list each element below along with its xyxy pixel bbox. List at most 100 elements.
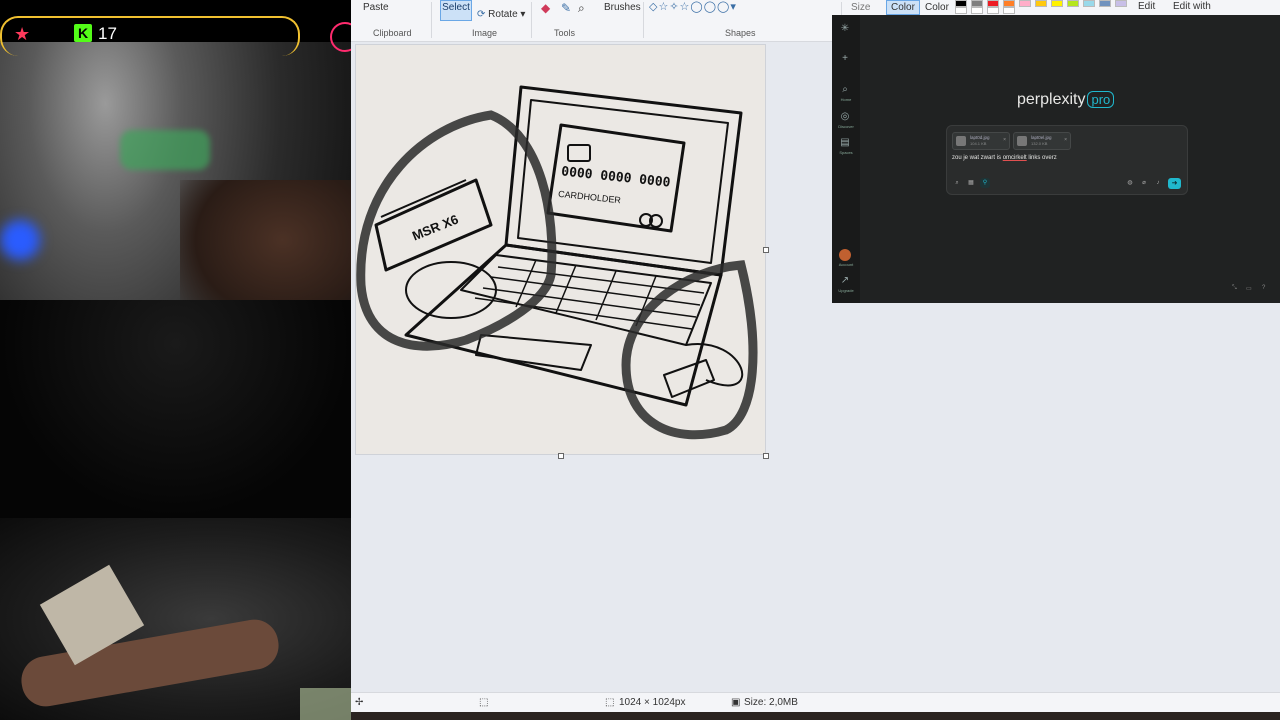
keyboard-icon[interactable]: ▭	[1246, 285, 1252, 292]
image-thumb-icon	[1017, 136, 1027, 146]
expand-icon[interactable]: ⤡	[1232, 285, 1237, 292]
kick-logo-icon: K	[74, 24, 92, 42]
color2-button[interactable]: Color	[925, 2, 949, 13]
file-size-icon: ▣	[731, 697, 741, 708]
webcam-feed-bottom	[0, 518, 351, 720]
sidebar-item-account[interactable]: Account	[834, 262, 858, 267]
stream-overlay-badge	[330, 22, 351, 52]
home-icon[interactable]: ⌕	[839, 84, 851, 96]
status-bar: ✢ ⬚ ⬚ 1024 × 1024px ▣ Size: 2,0MB	[351, 692, 1280, 713]
webcam-light	[300, 688, 351, 720]
laptop-drawing	[356, 85, 758, 440]
prompt-text: zou je wat zwart is	[952, 155, 1003, 161]
palette-swatch[interactable]	[1083, 0, 1095, 7]
palette-swatch[interactable]	[1003, 0, 1015, 7]
help-icon[interactable]: ?	[1262, 285, 1265, 291]
prompt-text-end: links overz	[1026, 155, 1057, 161]
canvas-dimensions: 1024 × 1024px	[619, 697, 686, 708]
magnifier-icon[interactable]: ⌕	[578, 1, 585, 16]
viewer-count: 17	[98, 24, 117, 43]
group-image: Image	[472, 28, 498, 38]
drawing-canvas[interactable]: MSR X6 0000 0000 0000 CARDHOLDER	[356, 45, 765, 454]
upgrade-icon[interactable]: ↗	[839, 275, 851, 287]
research-mode-icon[interactable]: ▦	[966, 178, 976, 188]
image-thumb-icon	[956, 136, 966, 146]
prompt-input[interactable]: zou je wat zwart is omcirkelt links over…	[952, 155, 1057, 161]
resize-handle-right[interactable]	[763, 247, 769, 253]
labs-mode-icon[interactable]: ⚲	[980, 178, 990, 188]
color1-button[interactable]: Color	[886, 0, 920, 15]
group-clipboard: Clipboard	[373, 28, 412, 38]
rotate-icon: ⟳	[477, 9, 486, 20]
stream-overlay-frame	[0, 16, 300, 56]
attach-icon[interactable]: ⌀	[1139, 178, 1149, 188]
attachment-size: 132.0 KB	[1031, 141, 1048, 146]
perplexity-logo: perplexity pro	[1017, 91, 1115, 109]
webcam-blue-light	[0, 220, 40, 260]
attachment-chip[interactable]: lapt0el.jpg 132.0 KB ×	[1013, 132, 1071, 150]
resize-handle-bottom[interactable]	[558, 453, 564, 459]
globe-icon[interactable]: ◍	[1125, 178, 1135, 188]
logo-text: perplexity	[1017, 91, 1086, 108]
spaces-icon[interactable]: ▤	[839, 137, 851, 149]
palette-swatch[interactable]	[955, 0, 967, 7]
prompt-misspelled-word: omcirkelt	[1002, 155, 1027, 161]
search-mode-icon[interactable]: ⌕	[952, 178, 962, 188]
star-icon: ★	[14, 24, 31, 44]
palette-swatch[interactable]	[955, 7, 967, 14]
canvas-size-icon: ⬚	[605, 697, 615, 708]
palette-swatch[interactable]	[1115, 0, 1127, 7]
sidebar-item-upgrade[interactable]: Upgrade	[834, 288, 858, 293]
ribbon-divider	[643, 2, 644, 38]
close-icon[interactable]: ×	[1003, 137, 1006, 143]
palette-swatch[interactable]	[971, 7, 983, 14]
select-button[interactable]: Select	[440, 0, 472, 21]
webcam-dark-foreground	[0, 300, 351, 518]
new-thread-icon[interactable]: +	[839, 53, 851, 65]
file-size: Size: 2,0MB	[744, 697, 798, 708]
palette-swatch[interactable]	[1051, 0, 1063, 7]
palette-swatch[interactable]	[1099, 0, 1111, 7]
palette-swatch[interactable]	[1067, 0, 1079, 7]
rotate-label: Rotate	[488, 9, 518, 20]
color-picker-icon[interactable]: ✎	[561, 1, 571, 15]
discover-icon[interactable]: ◎	[839, 111, 851, 123]
group-shapes: Shapes	[725, 28, 756, 38]
palette-swatch[interactable]	[987, 0, 999, 7]
perplexity-window: ✳ + ⌕ Home ◎ Discover ▤ Spaces Account ↗…	[832, 15, 1280, 303]
palette-swatch[interactable]	[1019, 0, 1031, 7]
palette-swatch[interactable]	[987, 7, 999, 14]
mic-icon[interactable]: ♪	[1153, 178, 1163, 188]
attachment-chip[interactable]: lapt0d.jpg 104.1 KB ×	[952, 132, 1010, 150]
palette-swatch[interactable]	[971, 0, 983, 7]
send-button[interactable]: ➜	[1168, 178, 1181, 189]
ribbon-divider	[531, 2, 532, 38]
pro-badge: pro	[1087, 91, 1115, 108]
avatar[interactable]	[839, 249, 851, 261]
paste-button[interactable]: Paste	[363, 2, 389, 13]
perplexity-sidebar: ✳ + ⌕ Home ◎ Discover ▤ Spaces Account ↗…	[832, 15, 860, 303]
stream-overlay-bar: ★ K 17	[0, 0, 351, 56]
size-button[interactable]: Size	[851, 2, 870, 13]
webcam-feed-top: ★ K 17	[0, 0, 351, 518]
edit-colors-button[interactable]: Edit	[1138, 1, 1155, 12]
palette-swatch[interactable]	[1035, 0, 1047, 7]
sidebar-item-home[interactable]: Home	[834, 97, 858, 102]
attachment-name: lapt0d.jpg	[970, 135, 990, 140]
webcam-green-object	[120, 130, 210, 170]
eraser-icon[interactable]: ◆	[541, 1, 550, 15]
search-box[interactable]: lapt0d.jpg 104.1 KB × lapt0el.jpg 132.0 …	[946, 125, 1188, 195]
attachment-name: lapt0el.jpg	[1031, 135, 1052, 140]
close-icon[interactable]: ×	[1064, 137, 1067, 143]
shapes-gallery[interactable]: ◇☆✧☆◯◯◯▾	[649, 0, 737, 13]
resize-handle-corner[interactable]	[763, 453, 769, 459]
sidebar-item-spaces[interactable]: Spaces	[834, 150, 858, 155]
sidebar-item-discover[interactable]: Discover	[834, 124, 858, 129]
rotate-button[interactable]: ⟳ Rotate ▾	[477, 9, 525, 20]
attachment-size: 104.1 KB	[970, 141, 987, 146]
brushes-button[interactable]: Brushes	[604, 2, 641, 13]
palette-swatch[interactable]	[1003, 7, 1015, 14]
edit-with-button[interactable]: Edit with	[1173, 1, 1211, 12]
perplexity-logo-icon[interactable]: ✳	[839, 23, 851, 35]
selection-size-icon: ⬚	[479, 697, 489, 708]
